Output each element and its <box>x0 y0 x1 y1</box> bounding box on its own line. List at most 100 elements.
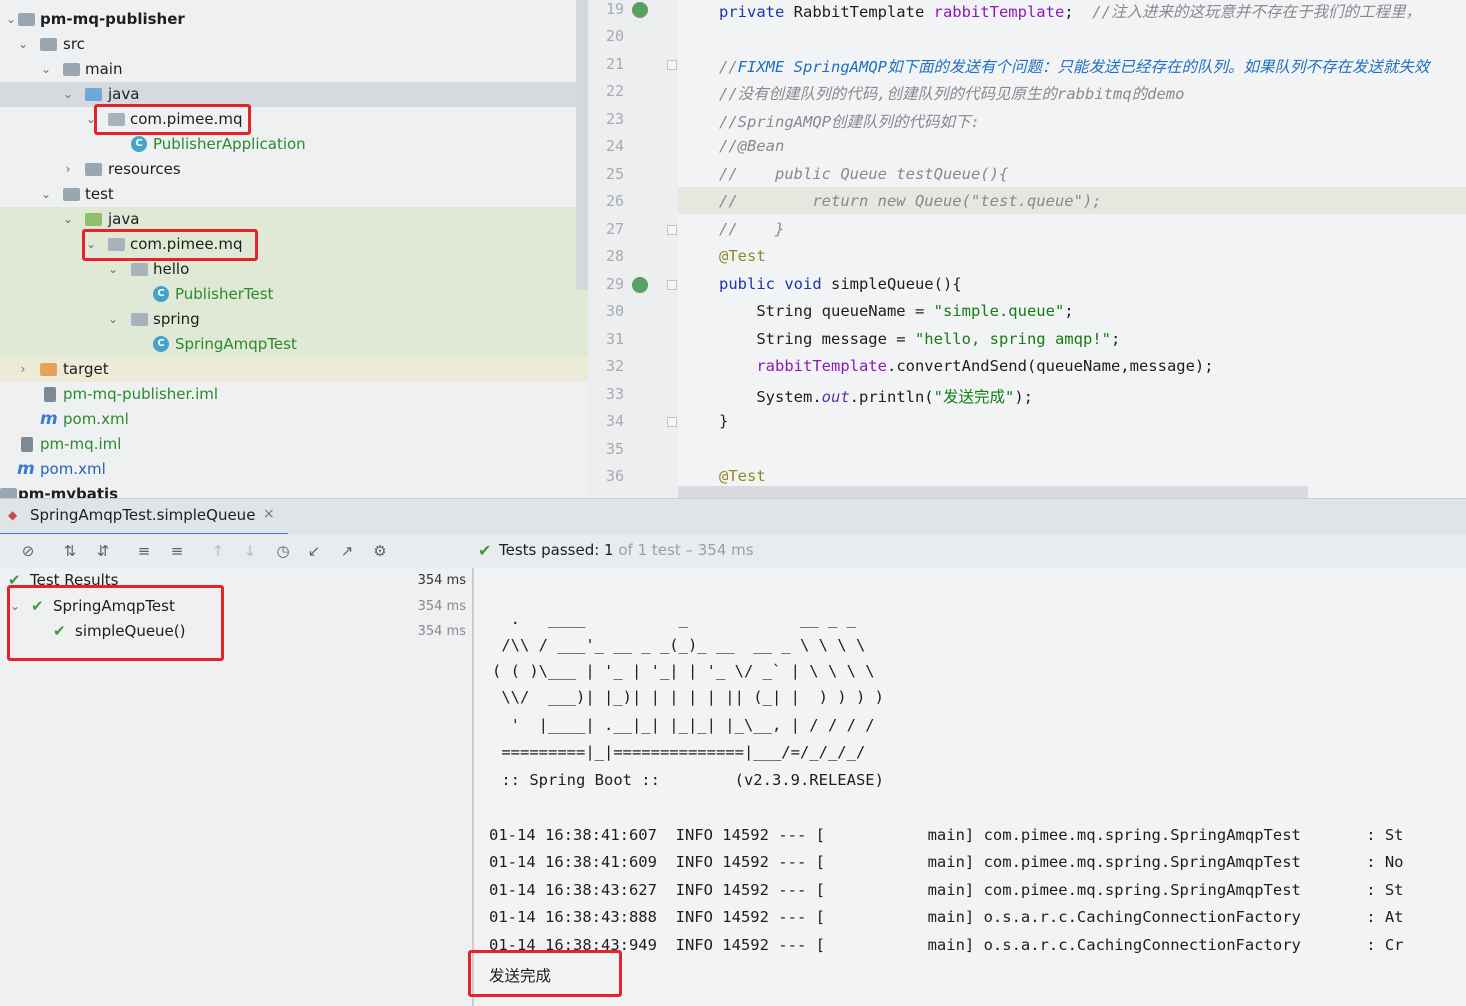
tree-item-target[interactable]: › target <box>0 357 588 382</box>
tree-item-pm-mybatis[interactable]: pm-mybatis <box>0 482 588 498</box>
log-line: 01-14 16:38:41:607 INFO 14592 --- [ main… <box>489 826 1404 844</box>
history-icon[interactable]: ◷ <box>273 541 293 561</box>
source-folder-icon <box>85 88 102 101</box>
run-tab[interactable]: ◆ SpringAmqpTest.simpleQueue × <box>0 499 288 536</box>
package-icon <box>131 313 148 326</box>
code-line-29: public void simpleQueue(){ <box>719 275 962 293</box>
line-number: 20 <box>605 27 624 45</box>
line-number: 29 <box>605 275 624 293</box>
tree-item-main-java[interactable]: ⌄ java <box>0 82 588 107</box>
banner-line: ' |____| .__|_| |_|_| |_\__, | / / / / <box>492 716 875 734</box>
sort-alpha-icon[interactable]: ⇅ <box>60 541 80 561</box>
module-folder-icon <box>0 488 17 498</box>
tree-item-publisher-application[interactable]: C PublisherApplication <box>0 132 588 157</box>
maven-icon: m <box>17 459 35 479</box>
banner-line: \\/ ___)| |_)| | | | | || (_| | ) ) ) ) <box>492 688 884 706</box>
line-number: 19 <box>605 0 624 18</box>
tree-item-publisher-pom[interactable]: m pom.xml <box>0 407 588 432</box>
highlight-box <box>94 104 251 135</box>
tree-item-root-iml[interactable]: pm-mq.iml <box>0 432 588 457</box>
code-line-27: // } <box>719 220 785 238</box>
line-number: 35 <box>605 440 624 458</box>
tree-item-publisher-iml[interactable]: pm-mq-publisher.iml <box>0 382 588 407</box>
fold-marker-icon[interactable] <box>667 417 677 427</box>
line-number: 31 <box>605 330 624 348</box>
run-config-icon: ◆ <box>8 508 18 522</box>
test-class-icon: C <box>153 286 169 302</box>
chevron-right-icon[interactable]: › <box>16 357 30 382</box>
class-icon: C <box>131 136 147 152</box>
next-failed-icon[interactable]: ↓ <box>240 541 260 561</box>
line-number: 22 <box>605 82 624 100</box>
chevron-down-icon[interactable]: ⌄ <box>16 32 30 57</box>
tree-item-src[interactable]: ⌄ src <box>0 32 588 57</box>
run-gutter-icon[interactable] <box>632 2 648 18</box>
line-number: 36 <box>605 467 624 485</box>
code-line-23: //SpringAMQP创建队列的代码如下: <box>719 113 980 131</box>
chevron-right-icon[interactable]: › <box>61 157 75 182</box>
tree-item-resources[interactable]: › resources <box>0 157 588 182</box>
folder-icon <box>40 38 57 51</box>
editor-horizontal-scrollbar[interactable] <box>678 486 1308 498</box>
banner-line: . ____ _ __ _ _ <box>492 610 856 628</box>
export-results-icon[interactable]: ↗ <box>337 541 357 561</box>
console-output[interactable]: . ____ _ __ _ _ /\\ / ___'_ __ _ _(_)_ _… <box>474 568 1466 1006</box>
close-icon[interactable]: × <box>263 506 275 522</box>
collapse-all-icon[interactable]: ≡ <box>167 541 187 561</box>
package-icon <box>131 263 148 276</box>
folder-icon <box>63 188 80 201</box>
tree-scrollbar[interactable] <box>576 0 588 290</box>
line-number: 33 <box>605 385 624 403</box>
highlight-box <box>7 585 224 661</box>
code-line-31: String message = "hello, spring amqp!"; <box>719 330 1121 348</box>
chevron-down-icon[interactable]: ⌄ <box>39 182 53 207</box>
test-status: Tests passed: 1 of 1 test – 354 ms <box>499 541 754 559</box>
fold-marker-icon[interactable] <box>667 280 677 290</box>
hide-passed-icon[interactable]: ⊘ <box>18 541 38 561</box>
chevron-down-icon[interactable]: ⌄ <box>61 207 75 232</box>
line-number: 23 <box>605 110 624 128</box>
fold-marker-icon[interactable] <box>667 60 677 70</box>
tree-item-root-pom[interactable]: m pom.xml <box>0 457 588 482</box>
chevron-down-icon[interactable]: ⌄ <box>4 7 18 32</box>
resources-folder-icon <box>85 163 102 176</box>
test-toolbar: ⊘ ⇅ ⇵ ≡ ≡ ↑ ↓ ◷ ↙ ↗ ⚙ ✔ Tests passed: 1 … <box>0 534 1466 568</box>
folder-icon <box>63 63 80 76</box>
chevron-down-icon[interactable]: ⌄ <box>61 82 75 107</box>
tree-item-spring-amqp-test[interactable]: C SpringAmqpTest <box>0 332 588 357</box>
line-number: 32 <box>605 357 624 375</box>
iml-file-icon <box>44 387 56 402</box>
code-line-19: private RabbitTemplate rabbitTemplate; /… <box>719 3 1421 21</box>
code-line-24: //@Bean <box>719 137 785 155</box>
tree-item-spring[interactable]: ⌄ spring <box>0 307 588 332</box>
log-line: 01-14 16:38:43:949 INFO 14592 --- [ main… <box>489 936 1404 954</box>
code-line-30: String queueName = "simple.queue"; <box>719 302 1074 320</box>
tree-item-main[interactable]: ⌄ main <box>0 57 588 82</box>
banner-line: =========|_|==============|___/=/_/_/_/ <box>492 743 866 761</box>
line-number: 27 <box>605 220 624 238</box>
code-line-33: System.out.println("发送完成"); <box>719 388 1033 406</box>
code-editor[interactable]: 19 20 21 22 23 24 25 26 27 28 29 30 31 3… <box>590 0 1466 498</box>
tree-item-publisher-test[interactable]: C PublisherTest <box>0 282 588 307</box>
test-class-icon: C <box>153 336 169 352</box>
run-tab-label: SpringAmqpTest.simpleQueue <box>30 506 256 524</box>
iml-file-icon <box>21 437 33 452</box>
tree-item-test[interactable]: ⌄ test <box>0 182 588 207</box>
previous-failed-icon[interactable]: ↑ <box>208 541 228 561</box>
test-folder-icon <box>85 213 102 226</box>
chevron-down-icon[interactable]: ⌄ <box>39 57 53 82</box>
expand-all-icon[interactable]: ≡ <box>134 541 154 561</box>
line-number: 26 <box>605 192 624 210</box>
fold-marker-icon[interactable] <box>667 225 677 235</box>
import-tests-icon[interactable]: ↙ <box>304 541 324 561</box>
log-line: 01-14 16:38:43:888 INFO 14592 --- [ main… <box>489 908 1404 926</box>
code-line-25: // public Queue testQueue(){ <box>719 165 1009 183</box>
chevron-down-icon[interactable]: ⌄ <box>106 307 120 332</box>
check-icon: ✔ <box>478 541 492 560</box>
sort-duration-icon[interactable]: ⇵ <box>93 541 113 561</box>
tree-item-pm-mq-publisher[interactable]: ⌄ pm-mq-publisher <box>0 7 588 32</box>
gear-icon[interactable]: ⚙ <box>370 541 390 561</box>
line-number: 24 <box>605 137 624 155</box>
run-gutter-icon[interactable] <box>632 277 648 293</box>
tree-item-main-package[interactable]: ⌄ com.pimee.mq <box>0 107 588 132</box>
